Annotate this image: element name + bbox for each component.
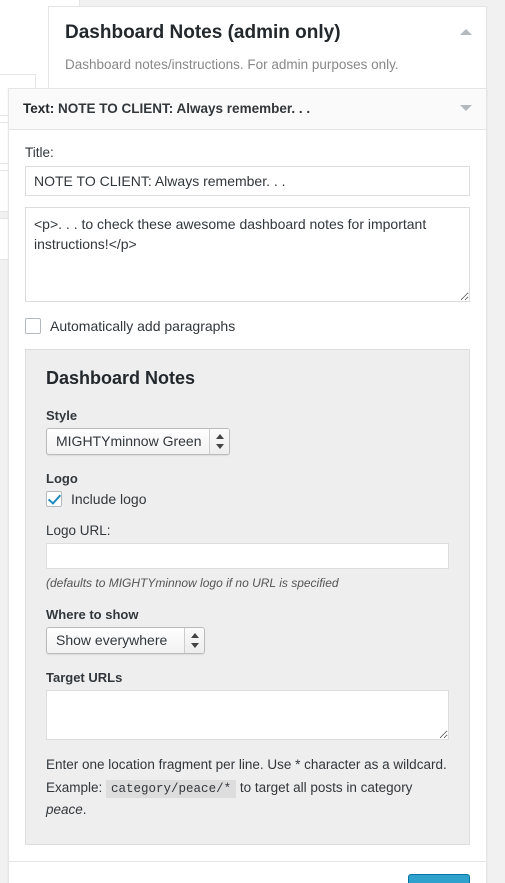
where-to-show-select[interactable]: Show everywhere	[46, 627, 205, 655]
logo-url-input[interactable]	[46, 542, 449, 569]
dashboard-notes-settings-panel: Dashboard Notes Style MIGHTYminnow Green…	[25, 349, 470, 845]
include-logo-checkbox[interactable]	[46, 490, 62, 507]
target-urls-help: Enter one location fragment per line. Us…	[46, 754, 449, 821]
help-example-end: .	[82, 802, 87, 818]
screenshot-root: Dashboard Notes (admin only) Dashboard n…	[0, 0, 505, 883]
auto-paragraphs-row[interactable]: Automatically add paragraphs	[25, 318, 470, 335]
help-line-1: Enter one location fragment per line. Us…	[46, 757, 447, 773]
widget-header-title: NOTE TO CLIENT: Always remember. . .	[58, 101, 311, 116]
auto-paragraphs-checkbox[interactable]	[25, 318, 41, 335]
help-example-code: category/peace/*	[106, 779, 237, 798]
widget-title-input[interactable]	[25, 166, 470, 197]
style-label: Style	[46, 407, 78, 423]
widget-content-textarea[interactable]: <p>. . . to check these awesome dashboar…	[25, 207, 470, 303]
target-urls-field-group: Target URLs Enter one location fragment …	[46, 670, 449, 821]
save-button[interactable]: Save	[407, 873, 470, 883]
style-select[interactable]: MIGHTYminnow Green	[46, 427, 231, 455]
where-to-show-value: Show everywhere	[56, 632, 168, 649]
logo-field-group: Logo Include logo	[46, 471, 449, 507]
target-urls-label: Target URLs	[46, 670, 123, 686]
help-example-prefix: Example:	[46, 779, 103, 795]
title-field-label: Title:	[25, 144, 54, 160]
updown-arrows-icon	[209, 428, 230, 454]
text-widget-modal: Text: NOTE TO CLIENT: Always remember. .…	[8, 88, 487, 883]
logo-url-label: Logo URL:	[46, 522, 111, 538]
auto-paragraphs-label: Automatically add paragraphs	[50, 318, 236, 335]
widget-footer: Delete|Close Save	[9, 860, 486, 883]
where-to-show-field-group: Where to show Show everywhere	[46, 607, 449, 655]
target-urls-textarea[interactable]	[46, 690, 449, 741]
style-select-value: MIGHTYminnow Green	[56, 432, 202, 449]
chevron-up-icon[interactable]	[460, 29, 472, 35]
updown-arrows-icon	[184, 628, 204, 654]
widget-header-bar[interactable]: Text: NOTE TO CLIENT: Always remember. .…	[9, 89, 486, 130]
chevron-down-icon[interactable]	[460, 105, 472, 111]
include-logo-row[interactable]: Include logo	[46, 490, 449, 507]
page-title: Dashboard Notes (admin only)	[65, 22, 341, 43]
metabox-description: Dashboard notes/instructions. For admin …	[65, 56, 399, 72]
widget-header-prefix: Text:	[23, 101, 55, 116]
logo-url-note: (defaults to MIGHTYminnow logo if no URL…	[46, 575, 339, 590]
logo-url-field-group: Logo URL: (defaults to MIGHTYminnow logo…	[46, 523, 449, 592]
include-logo-label: Include logo	[71, 490, 147, 507]
logo-label: Logo	[46, 470, 78, 486]
where-to-show-label: Where to show	[46, 607, 139, 623]
help-example-italic: peace	[46, 802, 83, 818]
style-field-group: Style MIGHTYminnow Green	[46, 408, 449, 455]
dashboard-notes-metabox: Dashboard Notes (admin only) Dashboard n…	[48, 6, 487, 98]
help-example-mid: to target all posts in category	[239, 779, 413, 795]
widget-body: Title: <p>. . . to check these awesome d…	[9, 130, 486, 845]
settings-panel-heading: Dashboard Notes	[46, 368, 196, 389]
